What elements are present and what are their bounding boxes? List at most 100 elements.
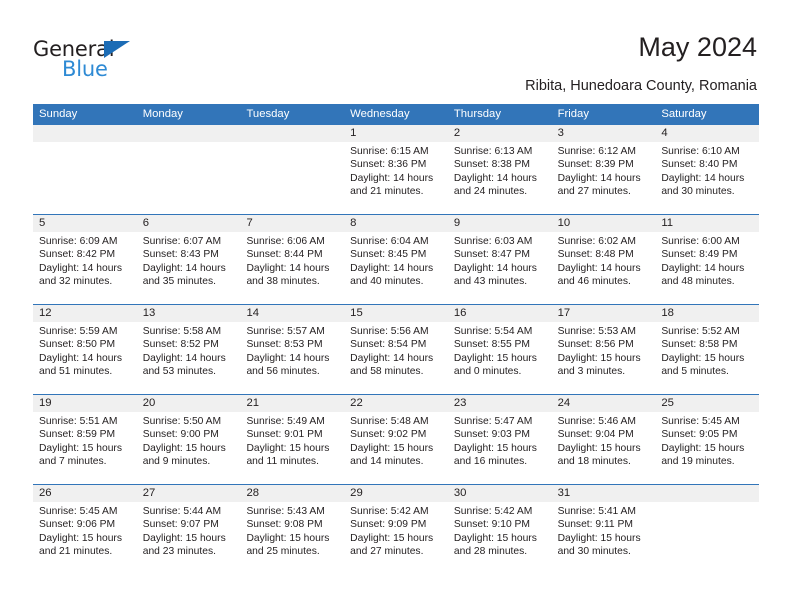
sunrise-text: Sunrise: 6:13 AM [453, 146, 533, 157]
calendar-day-cell[interactable]: 8 Sunrise: 6:04 AM Sunset: 8:45 PM Daylight… [344, 215, 448, 304]
day-number: 30 [453, 487, 467, 499]
calendar-day-cell[interactable]: 11 Sunrise: 6:00 AM Sunset: 8:49 PM Dayligh… [655, 215, 760, 304]
daylight-text-line2: and 35 minutes. [142, 276, 216, 288]
day-number-band: 6 [136, 215, 241, 232]
page-title: May 2024 [638, 32, 757, 62]
calendar-day-cell[interactable]: 30 Sunrise: 5:42 AM Sunset: 9:10 PM Dayligh… [447, 485, 552, 574]
day-number: 26 [39, 487, 52, 499]
calendar-day-cell[interactable]: 23 Sunrise: 5:47 AM Sunset: 9:03 PM Dayligh… [447, 395, 552, 484]
day-details: Sunrise: 5:53 AM Sunset: 8:56 PM Daylight:… [552, 322, 656, 379]
calendar-day-cell[interactable]: 27 Sunrise: 5:44 AM Sunset: 9:07 PM Dayligh… [136, 485, 241, 574]
sunrise-text: Sunrise: 5:51 AM [39, 416, 118, 427]
day-number: 8 [350, 217, 357, 229]
calendar-day-cell[interactable]: 14 Sunrise: 5:57 AM Sunset: 8:53 PM Dayligh… [240, 305, 345, 394]
day-number: 24 [557, 397, 571, 409]
daylight-text-line2: and 3 minutes. [557, 366, 626, 378]
day-details [137, 142, 241, 145]
day-number: 13 [142, 307, 156, 319]
calendar-day-cell[interactable]: 7 Sunrise: 6:06 AM Sunset: 8:44 PM Daylight… [240, 215, 345, 304]
sunrise-text: Sunrise: 5:46 AM [557, 416, 637, 427]
calendar-day-cell[interactable]: 22 Sunrise: 5:48 AM Sunset: 9:02 PM Dayligh… [344, 395, 448, 484]
general-blue-logo[interactable]: General Blue [33, 38, 163, 84]
day-number-band: 28 [240, 485, 345, 502]
sunrise-text: Sunrise: 6:04 AM [350, 236, 429, 247]
daylight-text-line1: Daylight: 14 hours [661, 262, 745, 274]
calendar-day-cell[interactable]: 25 Sunrise: 5:45 AM Sunset: 9:05 PM Dayligh… [655, 395, 760, 484]
daylight-text-line2: and 0 minutes. [453, 366, 522, 378]
day-details: Sunrise: 6:06 AM Sunset: 8:44 PM Daylight:… [240, 232, 344, 289]
daylight-text-line1: Daylight: 15 hours [246, 532, 330, 544]
calendar-day-cell[interactable]: 18 Sunrise: 5:52 AM Sunset: 8:58 PM Dayligh… [655, 305, 760, 394]
calendar-day-cell[interactable]: 16 Sunrise: 5:54 AM Sunset: 8:55 PM Dayligh… [447, 305, 552, 394]
day-details: Sunrise: 6:09 AM Sunset: 8:42 PM Daylight:… [33, 232, 137, 289]
calendar-day-cell[interactable]: 3 Sunrise: 6:12 AM Sunset: 8:39 PM Daylight… [551, 125, 656, 214]
calendar-day-cell[interactable]: 6 Sunrise: 6:07 AM Sunset: 8:43 PM Daylight… [136, 215, 241, 304]
sunrise-text: Sunrise: 5:52 AM [661, 326, 740, 337]
day-number-band: 27 [136, 485, 241, 502]
day-details: Sunrise: 6:13 AM Sunset: 8:38 PM Daylight:… [448, 142, 552, 199]
calendar-day-cell[interactable]: 1 Sunrise: 6:15 AM Sunset: 8:36 PM Daylight… [344, 125, 448, 214]
sunset-text: Sunset: 8:55 PM [453, 339, 531, 351]
calendar-weeks: 1 Sunrise: 6:15 AM Sunset: 8:36 PM Daylight… [33, 125, 760, 574]
day-number: 15 [350, 307, 363, 319]
day-number-band: 8 [344, 215, 448, 232]
calendar-day-cell[interactable]: 13 Sunrise: 5:58 AM Sunset: 8:52 PM Dayligh… [136, 305, 241, 394]
calendar-day-cell[interactable]: 19 Sunrise: 5:51 AM Sunset: 8:59 PM Dayligh… [33, 395, 137, 484]
sunset-text: Sunset: 8:53 PM [246, 339, 323, 351]
calendar-day-cell[interactable]: 24 Sunrise: 5:46 AM Sunset: 9:04 PM Dayligh… [551, 395, 656, 484]
calendar-day-cell[interactable]: 20 Sunrise: 5:50 AM Sunset: 9:00 PM Dayligh… [136, 395, 241, 484]
calendar-day-cell[interactable]: 15 Sunrise: 5:56 AM Sunset: 8:54 PM Dayligh… [344, 305, 448, 394]
sunset-text: Sunset: 8:47 PM [453, 249, 531, 261]
calendar-day-cell[interactable]: 28 Sunrise: 5:43 AM Sunset: 9:08 PM Dayligh… [240, 485, 345, 574]
calendar-day-cell[interactable]: 9 Sunrise: 6:03 AM Sunset: 8:47 PM Daylight… [447, 215, 552, 304]
calendar-day-cell[interactable]: 26 Sunrise: 5:45 AM Sunset: 9:06 PM Dayligh… [33, 485, 137, 574]
day-details: Sunrise: 5:59 AM Sunset: 8:50 PM Daylight:… [33, 322, 137, 379]
calendar-day-cell[interactable]: 17 Sunrise: 5:53 AM Sunset: 8:56 PM Dayligh… [551, 305, 656, 394]
day-details: Sunrise: 5:47 AM Sunset: 9:03 PM Daylight:… [448, 412, 552, 469]
sunset-text: Sunset: 8:42 PM [39, 249, 116, 261]
day-details: Sunrise: 6:15 AM Sunset: 8:36 PM Daylight:… [344, 142, 448, 199]
calendar-page: General Blue May 2024 Ribita, Hunedoara … [0, 0, 792, 612]
daylight-text-line2: and 27 minutes. [350, 546, 424, 558]
sunrise-text: Sunrise: 5:53 AM [557, 326, 637, 337]
sunset-text: Sunset: 9:08 PM [246, 519, 323, 531]
day-details: Sunrise: 5:49 AM Sunset: 9:01 PM Daylight:… [240, 412, 344, 469]
sunset-text: Sunset: 8:56 PM [557, 339, 634, 351]
daylight-text-line1: Daylight: 14 hours [246, 262, 330, 274]
day-number-band [136, 125, 241, 142]
daylight-text-line1: Daylight: 14 hours [350, 262, 434, 274]
sunrise-text: Sunrise: 5:45 AM [39, 506, 118, 517]
day-details: Sunrise: 5:44 AM Sunset: 9:07 PM Daylight:… [137, 502, 241, 559]
day-number-band: 3 [551, 125, 656, 142]
calendar-day-cell[interactable]: 12 Sunrise: 5:59 AM Sunset: 8:50 PM Dayligh… [33, 305, 137, 394]
daylight-text-line1: Daylight: 15 hours [453, 442, 537, 454]
day-number-band: 11 [655, 215, 760, 232]
daylight-text-line2: and 25 minutes. [246, 546, 320, 558]
calendar-day-cell[interactable]: 31 Sunrise: 5:41 AM Sunset: 9:11 PM Dayligh… [551, 485, 656, 574]
day-number: 23 [453, 397, 467, 409]
day-number: 14 [246, 307, 260, 319]
calendar-day-cell[interactable]: 5 Sunrise: 6:09 AM Sunset: 8:42 PM Daylight… [33, 215, 137, 304]
weekday-header-row: Sunday Monday Tuesday Wednesday Thursday… [33, 104, 759, 125]
calendar-day-cell[interactable]: 4 Sunrise: 6:10 AM Sunset: 8:40 PM Daylight… [655, 125, 760, 214]
calendar-day-cell[interactable]: 2 Sunrise: 6:13 AM Sunset: 8:38 PM Daylight… [447, 125, 552, 214]
daylight-text-line2: and 38 minutes. [246, 276, 320, 288]
daylight-text-line1: Daylight: 15 hours [557, 532, 641, 544]
calendar-week-row: 1 Sunrise: 6:15 AM Sunset: 8:36 PM Daylight… [33, 125, 760, 214]
sunrise-text: Sunrise: 5:50 AM [142, 416, 222, 427]
daylight-text-line1: Daylight: 15 hours [453, 352, 537, 364]
sunrise-text: Sunrise: 6:02 AM [557, 236, 637, 247]
sunset-text: Sunset: 9:01 PM [246, 429, 323, 441]
calendar-day-empty [655, 485, 760, 574]
weekday-header-friday: Friday [557, 108, 589, 120]
day-details: Sunrise: 5:54 AM Sunset: 8:55 PM Daylight:… [448, 322, 552, 379]
calendar-day-cell[interactable]: 29 Sunrise: 5:42 AM Sunset: 9:09 PM Dayligh… [344, 485, 448, 574]
day-number-band: 21 [240, 395, 345, 412]
calendar-day-cell[interactable]: 10 Sunrise: 6:02 AM Sunset: 8:48 PM Dayligh… [551, 215, 656, 304]
day-details: Sunrise: 6:07 AM Sunset: 8:43 PM Daylight:… [137, 232, 241, 289]
day-number: 27 [142, 487, 156, 499]
day-details: Sunrise: 5:42 AM Sunset: 9:10 PM Daylight:… [448, 502, 552, 559]
day-number-band: 20 [136, 395, 241, 412]
day-number: 18 [661, 307, 674, 319]
calendar-day-cell[interactable]: 21 Sunrise: 5:49 AM Sunset: 9:01 PM Dayligh… [240, 395, 345, 484]
